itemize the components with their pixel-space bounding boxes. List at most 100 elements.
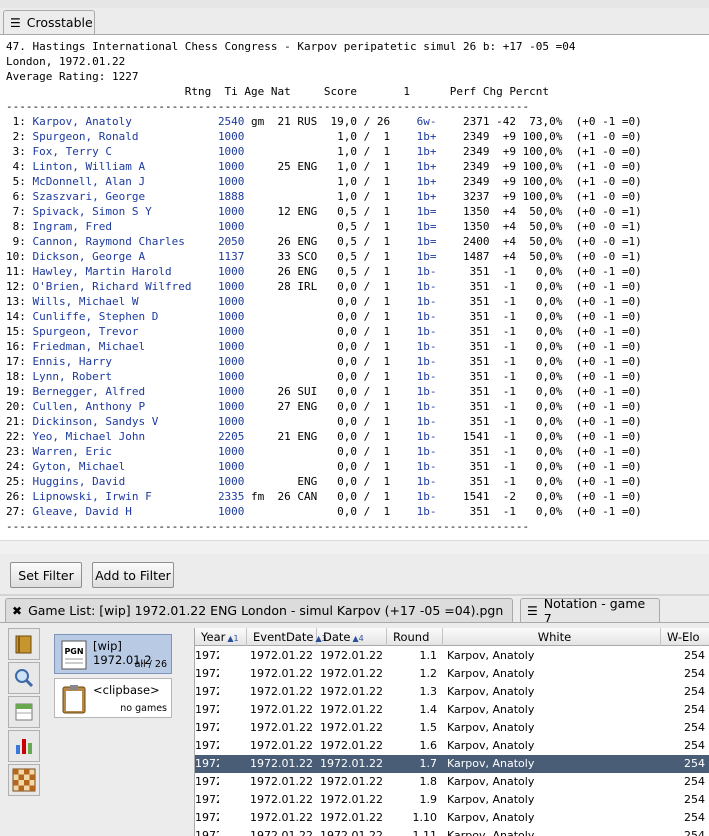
player-name[interactable]: Ennis, Harry xyxy=(33,355,218,368)
table-cell: 1972.01.22 xyxy=(320,721,383,734)
open-book-icon[interactable] xyxy=(8,628,40,660)
player-rating: 1000 xyxy=(217,280,245,293)
pgn-icon-text: PGN xyxy=(64,647,83,656)
column-header-white[interactable]: White xyxy=(443,628,661,646)
search-icon[interactable] xyxy=(8,662,40,694)
crosstable-row: 1: Karpov, Anatoly 2540 gm 21 RUS 19,0 /… xyxy=(6,115,642,128)
player-name[interactable]: Yeo, Michael John xyxy=(33,430,218,443)
set-filter-button[interactable]: Set Filter xyxy=(10,562,82,588)
table-cell: Karpov, Anatoly xyxy=(447,811,535,824)
player-name[interactable]: Lynn, Robert xyxy=(33,370,218,383)
player-name[interactable]: Lipnowski, Irwin F xyxy=(33,490,218,503)
player-details: 1,0 / 1 xyxy=(244,190,417,203)
player-rating: 2335 xyxy=(217,490,245,503)
tab-crosstable-label: Crosstable xyxy=(26,15,93,30)
table-row[interactable]: 1972 1972.01.22 1972.01.22 1.1 Karpov, Anato… xyxy=(195,647,709,665)
player-rank: 27: xyxy=(6,505,33,518)
player-name[interactable]: Huggins, David xyxy=(33,475,218,488)
database-item-wip[interactable]: PGN [wip] 1972.01.2 all / 26 xyxy=(54,634,172,674)
chessboard-icon[interactable] xyxy=(8,764,40,796)
table-row[interactable]: 1972 1972.01.22 1972.01.22 1.11 Karpov, Anat… xyxy=(195,827,709,836)
table-cell: 1.11 xyxy=(412,829,438,836)
game-result-link: 1b- xyxy=(416,385,437,398)
table-row[interactable]: 1972 1972.01.22 1972.01.22 1.7 Karpov, Anato… xyxy=(195,755,709,773)
column-header-label: Year xyxy=(201,630,226,644)
player-name[interactable]: Karpov, Anatoly xyxy=(33,115,218,128)
player-stats: 3237 +9 100,0% (+1 -0 =0) xyxy=(436,190,642,203)
player-rating: 1000 xyxy=(217,385,245,398)
player-name[interactable]: Cullen, Anthony P xyxy=(33,400,218,413)
tab-game-list[interactable]: ✖ Game List: [wip] 1972.01.22 ENG London… xyxy=(5,598,513,622)
player-rank: 14: xyxy=(6,310,33,323)
table-cell: 1972.01.22 xyxy=(320,775,383,788)
game-result-link: 1b- xyxy=(416,280,437,293)
player-details: ENG 0,0 / 1 xyxy=(244,475,417,488)
player-stats: 351 -1 0,0% (+0 -1 =0) xyxy=(436,445,642,458)
player-name[interactable]: Dickinson, Sandys V xyxy=(33,415,218,428)
tab-crosstable[interactable]: ☰ Crosstable xyxy=(3,10,95,34)
table-row[interactable]: 1972 1972.01.22 1972.01.22 1.4 Karpov, Anato… xyxy=(195,701,709,719)
table-row[interactable]: 1972 1972.01.22 1972.01.22 1.6 Karpov, Anato… xyxy=(195,737,709,755)
player-rating: 1000 xyxy=(217,400,245,413)
game-result-link[interactable]: 6w- xyxy=(417,115,437,128)
player-name[interactable]: Fox, Terry C xyxy=(33,145,218,158)
player-name[interactable]: Spurgeon, Trevor xyxy=(33,325,218,338)
player-rank: 1: xyxy=(6,115,33,128)
player-rating: 1000 xyxy=(217,145,245,158)
crosstable-row: 13: Wills, Michael W 1000 0,0 / 1 1b- 35… xyxy=(6,295,642,308)
player-details: 0,0 / 1 xyxy=(244,310,417,323)
table-row[interactable]: 1972 1972.01.22 1972.01.22 1.8 Karpov, Anato… xyxy=(195,773,709,791)
table-cell: 254 xyxy=(684,811,705,824)
player-rank: 22: xyxy=(6,430,33,443)
horizontal-scrollbar[interactable] xyxy=(0,540,709,554)
player-name[interactable]: Spurgeon, Ronald xyxy=(33,130,218,143)
close-icon[interactable]: ✖ xyxy=(12,604,22,618)
column-header-eventdate[interactable]: EventDate ▲3 xyxy=(247,628,327,646)
table-row[interactable]: 1972 1972.01.22 1972.01.22 1.5 Karpov, Anato… xyxy=(195,719,709,737)
tab-notation[interactable]: ☰ Notation - game 7 xyxy=(520,596,660,626)
player-rating: 1000 xyxy=(217,310,245,323)
crosstable-row: 26: Lipnowski, Irwin F 2335 fm 26 CAN 0,… xyxy=(6,490,642,503)
table-row[interactable]: 1972 1972.01.22 1972.01.22 1.9 Karpov, Anato… xyxy=(195,791,709,809)
table-row[interactable]: 1972 1972.01.22 1972.01.22 1.3 Karpov, Anato… xyxy=(195,683,709,701)
crosstable-row: 7: Spivack, Simon S Y 1000 12 ENG 0,5 / … xyxy=(6,205,642,218)
player-rating: 1000 xyxy=(217,355,245,368)
player-name[interactable]: Spivack, Simon S Y xyxy=(33,205,218,218)
player-name[interactable]: Hawley, Martin Harold xyxy=(33,265,218,278)
player-name[interactable]: Szaszvari, George xyxy=(33,190,218,203)
column-header-year[interactable]: Year ▲1 xyxy=(195,628,247,646)
menu-icon[interactable]: ☰ xyxy=(527,604,538,618)
player-rank: 4: xyxy=(6,160,33,173)
table-cell: Karpov, Anatoly xyxy=(447,829,535,836)
player-name[interactable]: Ingram, Fred xyxy=(33,220,218,233)
player-name[interactable]: Dickson, George A xyxy=(33,250,218,263)
column-header-w-elo[interactable]: W-Elo xyxy=(661,628,709,646)
player-name[interactable]: Cannon, Raymond Charles xyxy=(33,235,218,248)
player-name[interactable]: Gyton, Michael xyxy=(33,460,218,473)
player-rank: 9: xyxy=(6,235,33,248)
player-name[interactable]: Warren, Eric xyxy=(33,445,218,458)
menu-icon[interactable]: ☰ xyxy=(10,16,21,30)
player-name[interactable]: Bernegger, Alfred xyxy=(33,385,218,398)
player-name[interactable]: McDonnell, Alan J xyxy=(33,175,218,188)
player-name[interactable]: Gleave, David H xyxy=(33,505,218,518)
table-cell: Karpov, Anatoly xyxy=(447,721,535,734)
table-row[interactable]: 1972 1972.01.22 1972.01.22 1.2 Karpov, Anato… xyxy=(195,665,709,683)
table-cell: 1972 xyxy=(195,775,219,788)
column-header-date[interactable]: Date ▲4 xyxy=(317,628,387,646)
crosstable-row: 23: Warren, Eric 1000 0,0 / 1 1b- 351 -1… xyxy=(6,445,642,458)
table-cell: 1972.01.22 xyxy=(250,811,313,824)
player-name[interactable]: Friedman, Michael xyxy=(33,340,218,353)
player-name[interactable]: Wills, Michael W xyxy=(33,295,218,308)
layout-icon[interactable] xyxy=(8,696,40,728)
player-name[interactable]: Linton, William A xyxy=(33,160,218,173)
add-to-filter-button[interactable]: Add to Filter xyxy=(92,562,174,588)
player-name[interactable]: Cunliffe, Stephen D xyxy=(33,310,218,323)
database-item-clipbase[interactable]: <clipbase> no games xyxy=(54,678,172,718)
table-row[interactable]: 1972 1972.01.22 1972.01.22 1.10 Karpov, Anat… xyxy=(195,809,709,827)
table-cell: 1972 xyxy=(195,667,219,680)
player-name[interactable]: O'Brien, Richard Wilfred xyxy=(33,280,218,293)
table-cell: 1972 xyxy=(195,739,219,752)
bar-chart-icon[interactable] xyxy=(8,730,40,762)
column-header-round[interactable]: Round xyxy=(387,628,443,646)
